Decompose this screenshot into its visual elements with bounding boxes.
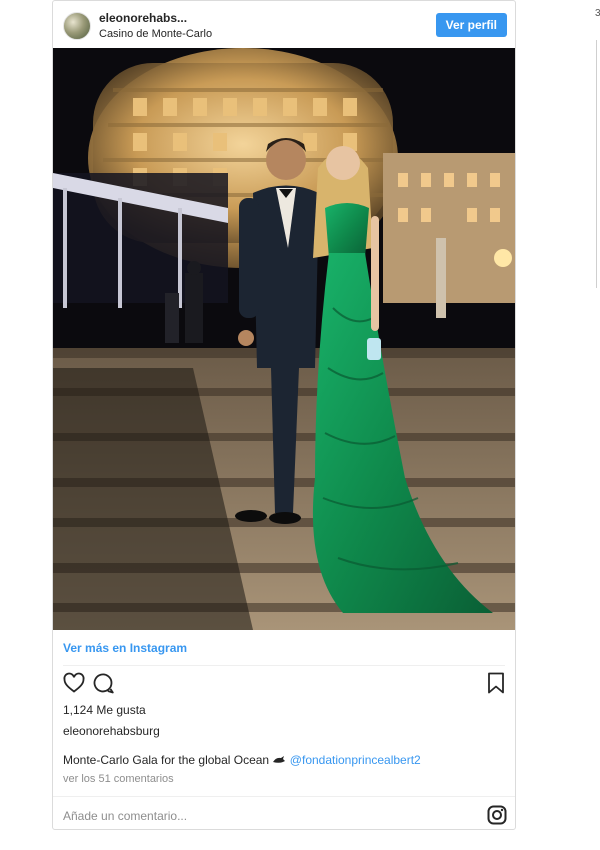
instagram-icon[interactable] — [487, 805, 507, 829]
view-comments-link[interactable]: ver los 51 comentarios — [63, 773, 174, 785]
photo-illustration — [53, 48, 515, 630]
side-fragment: 3 — [595, 8, 600, 19]
divider — [53, 796, 515, 797]
post-header: eleonorehabs... Casino de Monte-Carlo Ve… — [53, 1, 515, 49]
instagram-embed-card: eleonorehabs... Casino de Monte-Carlo Ve… — [52, 0, 516, 830]
view-profile-button[interactable]: Ver perfil — [435, 13, 507, 37]
avatar[interactable] — [63, 12, 91, 40]
caption: Monte-Carlo Gala for the global Ocean @f… — [63, 753, 421, 767]
location[interactable]: Casino de Monte-Carlo — [99, 28, 212, 40]
like-count[interactable]: 1,124 Me gusta — [63, 703, 146, 717]
heart-icon[interactable] — [62, 671, 86, 700]
speech-bubble-icon[interactable] — [91, 671, 115, 700]
caption-text: Monte-Carlo Gala for the global Ocean — [63, 753, 270, 767]
caption-mention-link[interactable]: @fondationprincealbert2 — [290, 753, 421, 767]
bookmark-icon[interactable] — [485, 671, 507, 700]
whale-icon — [272, 753, 289, 767]
comment-input[interactable]: Añade un comentario... — [63, 809, 187, 823]
divider — [63, 665, 505, 666]
owner-username[interactable]: eleonorehabsburg — [63, 724, 160, 738]
see-more-link[interactable]: Ver más en Instagram — [63, 641, 187, 655]
side-divider — [596, 40, 597, 288]
username[interactable]: eleonorehabs... — [99, 11, 187, 25]
post-photo[interactable] — [53, 48, 515, 630]
action-bar — [53, 671, 515, 699]
